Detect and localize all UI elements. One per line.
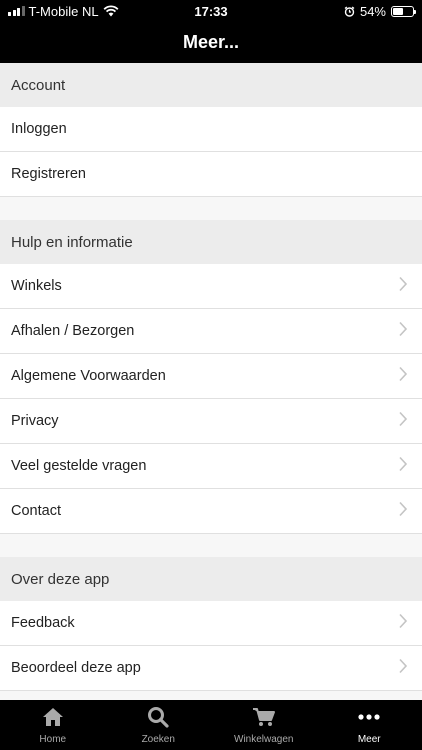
- menu-item-feedback[interactable]: Feedback: [0, 601, 422, 646]
- menu-item-label: Feedback: [11, 615, 75, 631]
- menu-item-label: Inloggen: [11, 121, 67, 137]
- signal-icon: [8, 6, 25, 16]
- page-title: Meer...: [182, 32, 240, 52]
- menu-item-winkels[interactable]: Winkels: [0, 264, 422, 309]
- menu-item-registreren[interactable]: Registreren: [0, 152, 422, 197]
- chevron-right-icon: [398, 501, 408, 521]
- menu-item-privacy[interactable]: Privacy: [0, 399, 422, 444]
- menu-item-label: Contact: [11, 503, 61, 519]
- chevron-right-icon: [398, 411, 408, 431]
- chevron-right-icon: [398, 276, 408, 296]
- tab-zoeken[interactable]: Zoeken: [106, 700, 212, 750]
- tab-label: Home: [39, 733, 67, 745]
- wifi-icon: [103, 5, 119, 17]
- menu-item-label: Privacy: [11, 413, 59, 429]
- chevron-right-icon: [398, 613, 408, 633]
- battery-icon: [391, 5, 416, 17]
- section-header: Hulp en informatie: [0, 220, 422, 264]
- section-header: Over deze app: [0, 557, 422, 601]
- home-icon: [41, 706, 65, 731]
- menu-item-algemene-voorwaarden[interactable]: Algemene Voorwaarden: [0, 354, 422, 399]
- status-left: T-Mobile NL: [8, 4, 119, 19]
- tab-home[interactable]: Home: [0, 700, 106, 750]
- menu-item-label: Registreren: [11, 166, 86, 182]
- cart-icon: [252, 706, 276, 731]
- status-right: 54%: [344, 3, 416, 19]
- menu-item-contact[interactable]: Contact: [0, 489, 422, 534]
- nav-bar: Meer...: [0, 22, 422, 63]
- battery-percent: 54%: [359, 3, 386, 19]
- section-spacer: [0, 534, 422, 557]
- chevron-right-icon: [398, 366, 408, 386]
- menu-item-label: Beoordeel deze app: [11, 660, 141, 676]
- tab-label: Winkelwagen: [234, 733, 294, 745]
- tab-label: Meer: [357, 733, 381, 745]
- chevron-right-icon: [398, 456, 408, 476]
- carrier-label: T-Mobile NL: [28, 3, 99, 19]
- menu-item-label: Veel gestelde vragen: [11, 458, 147, 474]
- search-icon: [146, 706, 170, 731]
- section-spacer: [0, 197, 422, 220]
- tab-bar: Home Zoeken Winkelwagen Meer: [0, 700, 422, 750]
- chevron-right-icon: [398, 658, 408, 678]
- menu-item-veel-gestelde-vragen[interactable]: Veel gestelde vragen: [0, 444, 422, 489]
- tab-label: Zoeken: [141, 733, 175, 745]
- chevron-right-icon: [398, 321, 408, 341]
- menu-item-label: Algemene Voorwaarden: [11, 368, 166, 384]
- menu-item-afhalen-bezorgen[interactable]: Afhalen / Bezorgen: [0, 309, 422, 354]
- menu-item-inloggen[interactable]: Inloggen: [0, 107, 422, 152]
- menu-item-beoordeel-deze-app[interactable]: Beoordeel deze app: [0, 646, 422, 691]
- section-header: Account: [0, 63, 422, 107]
- more-icon: [357, 706, 381, 731]
- settings-list[interactable]: Account Inloggen Registreren Hulp en inform…: [0, 63, 422, 700]
- status-bar: T-Mobile NL 17:33 54%: [0, 0, 422, 22]
- alarm-icon: [344, 6, 355, 17]
- tab-meer[interactable]: Meer: [317, 700, 422, 750]
- menu-item-label: Winkels: [11, 278, 62, 294]
- tab-winkelwagen[interactable]: Winkelwagen: [211, 700, 317, 750]
- menu-item-label: Afhalen / Bezorgen: [11, 323, 135, 339]
